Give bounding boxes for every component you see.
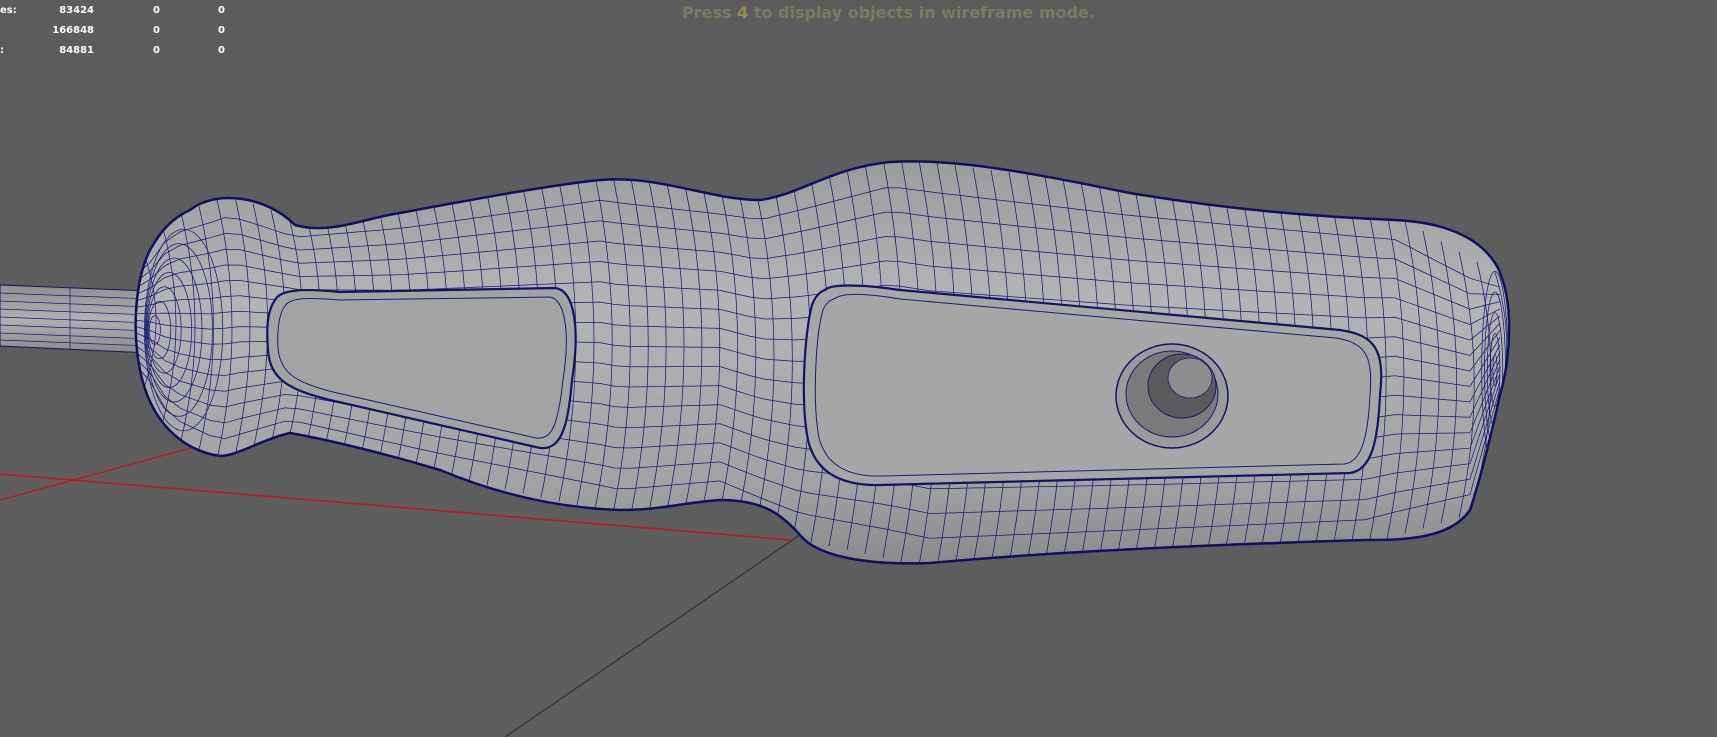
hint-key: 4 bbox=[737, 3, 749, 22]
hud-label: : bbox=[0, 45, 4, 56]
maya-viewport[interactable]: es: 83424 0 0 166848 0 0 : 84881 0 0 Pre… bbox=[0, 0, 1717, 737]
hud-value: 0 bbox=[153, 45, 160, 56]
hud-value: 0 bbox=[218, 45, 225, 56]
hang-hole bbox=[1115, 343, 1229, 449]
grid-dark-axis bbox=[504, 527, 811, 737]
viewport-hint-message: Press 4 to display objects in wireframe … bbox=[0, 3, 1717, 22]
hint-prefix: Press bbox=[682, 3, 738, 22]
grid-red-axis-2 bbox=[0, 439, 221, 501]
hint-suffix: to display objects in wireframe mode. bbox=[748, 3, 1095, 22]
screwdriver-shaft[interactable] bbox=[0, 284, 151, 354]
hud-value: 84881 bbox=[59, 45, 94, 56]
hud-value: 0 bbox=[218, 25, 225, 36]
screwdriver-handle-mesh[interactable] bbox=[134, 158, 1511, 567]
hud-value: 166848 bbox=[52, 25, 94, 36]
scene-canvas[interactable] bbox=[0, 0, 1717, 737]
hud-value: 0 bbox=[153, 25, 160, 36]
